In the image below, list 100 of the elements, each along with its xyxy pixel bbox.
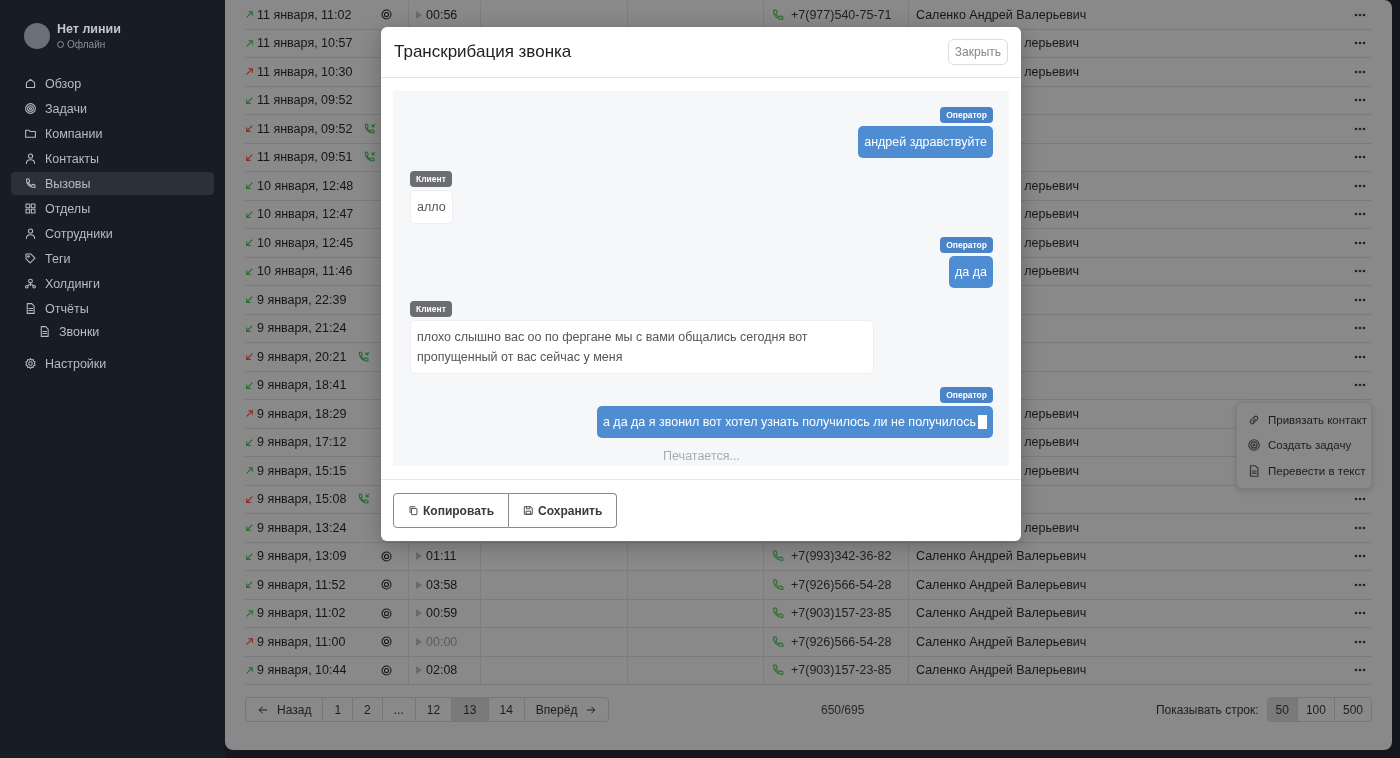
call-duration: 02:08 bbox=[426, 663, 458, 678]
document-icon bbox=[38, 325, 51, 338]
message-text: андрей здравствуйте bbox=[864, 134, 987, 151]
contact-name: лерьевич bbox=[1024, 520, 1079, 535]
save-button[interactable]: Сохранить bbox=[509, 493, 618, 528]
page-button[interactable]: 14 bbox=[487, 698, 524, 721]
user-name: Нет линии bbox=[57, 22, 121, 36]
close-button[interactable]: Закрыть bbox=[947, 39, 1008, 65]
more-icon[interactable] bbox=[1354, 269, 1366, 274]
page-size-button[interactable]: 100 bbox=[1296, 698, 1334, 721]
message-text: плохо слышно вас оо по фергане мы с вами общались сегодня вот пропущенный от вас сейчас у меня bbox=[417, 329, 809, 366]
phone-number: +7(977)540-75-71 bbox=[791, 7, 892, 22]
phone-icon bbox=[771, 606, 785, 621]
sidebar-item[interactable]: Настройки bbox=[11, 352, 214, 375]
more-icon[interactable] bbox=[1354, 155, 1366, 160]
menu-item[interactable]: Привязать контакт bbox=[1237, 407, 1371, 433]
phone-number: +7(903)157-23-85 bbox=[791, 606, 892, 621]
page-button[interactable]: ... bbox=[381, 698, 415, 721]
next-page-button[interactable]: Вперёд bbox=[523, 698, 609, 721]
page-size-button[interactable]: 50 bbox=[1267, 698, 1297, 721]
contact-name: лерьевич bbox=[1024, 264, 1079, 279]
document-icon bbox=[1247, 463, 1261, 478]
speaker-label: Оператор bbox=[940, 107, 993, 123]
more-icon[interactable] bbox=[1354, 41, 1366, 46]
folder-icon bbox=[24, 127, 37, 140]
contact-name: Саленко Андрей Валерьевич bbox=[916, 549, 1087, 564]
call-duration: 03:58 bbox=[426, 577, 458, 592]
settings-icon bbox=[24, 357, 37, 370]
message-text: алло bbox=[417, 199, 446, 216]
call-date: 9 января, 20:21 bbox=[257, 349, 347, 364]
contact-name: Саленко Андрей Валерьевич bbox=[916, 663, 1087, 678]
arrow-left-icon bbox=[257, 703, 269, 716]
speaker-label: Оператор bbox=[940, 387, 993, 403]
call-date: 10 января, 11:46 bbox=[257, 264, 353, 279]
call-date: 9 января, 13:24 bbox=[257, 520, 347, 535]
copy-icon bbox=[408, 505, 419, 516]
more-icon[interactable] bbox=[1354, 497, 1366, 502]
call-date: 9 января, 13:09 bbox=[257, 549, 347, 564]
call-date: 9 января, 22:39 bbox=[257, 292, 347, 307]
previous-page-button[interactable]: Назад bbox=[246, 698, 323, 721]
target-icon bbox=[1247, 438, 1261, 453]
sidebar-item[interactable]: Обзор bbox=[11, 72, 214, 95]
sidebar-item[interactable]: Звонки bbox=[11, 322, 214, 341]
sidebar-item[interactable]: Холдинги bbox=[11, 272, 214, 295]
document-icon bbox=[24, 302, 37, 315]
call-duration: 00:59 bbox=[426, 606, 458, 621]
save-icon bbox=[523, 505, 535, 516]
more-icon[interactable] bbox=[1354, 297, 1366, 302]
more-icon[interactable] bbox=[1354, 582, 1366, 587]
copy-button[interactable]: Копировать bbox=[393, 493, 510, 528]
menu-item[interactable]: Создать задачу bbox=[1237, 432, 1371, 458]
sidebar-item[interactable]: Компании bbox=[11, 122, 214, 145]
message-text: да да bbox=[955, 264, 987, 281]
sidebar-item[interactable]: Теги bbox=[11, 247, 214, 270]
sidebar-item[interactable]: Отделы bbox=[11, 197, 214, 220]
contact-name: лерьевич bbox=[1024, 36, 1079, 51]
more-icon[interactable] bbox=[1354, 126, 1366, 131]
more-icon[interactable] bbox=[1354, 326, 1366, 331]
more-icon[interactable] bbox=[1354, 12, 1366, 17]
call-duration: 01:11 bbox=[426, 549, 457, 564]
more-icon[interactable] bbox=[1354, 383, 1366, 388]
sidebar-item[interactable]: Сотрудники bbox=[11, 222, 214, 245]
call-date: 11 января, 10:57 bbox=[257, 36, 353, 51]
call-date: 10 января, 12:47 bbox=[257, 207, 354, 222]
call-date: 9 января, 18:29 bbox=[257, 406, 347, 421]
speaker-label: Оператор bbox=[940, 237, 993, 253]
phone-number: +7(993)342-36-82 bbox=[791, 549, 892, 564]
sidebar-item[interactable]: Отчёты bbox=[11, 297, 214, 320]
speaker-label: Клиент bbox=[410, 171, 452, 187]
more-icon[interactable] bbox=[1354, 240, 1366, 245]
menu-item[interactable]: Перевести в текст bbox=[1237, 458, 1371, 484]
phone-icon bbox=[771, 577, 785, 592]
more-icon[interactable] bbox=[1354, 525, 1366, 530]
more-icon[interactable] bbox=[1354, 354, 1366, 359]
call-date: 11 января, 09:51 bbox=[257, 150, 353, 165]
call-date: 10 января, 12:45 bbox=[257, 235, 354, 250]
call-date: 9 января, 17:12 bbox=[257, 435, 347, 450]
sidebar-item[interactable]: Задачи bbox=[11, 97, 214, 120]
more-icon[interactable] bbox=[1354, 69, 1366, 74]
more-icon[interactable] bbox=[1354, 554, 1366, 559]
page-size-button[interactable]: 500 bbox=[1333, 698, 1371, 721]
more-icon[interactable] bbox=[1354, 668, 1366, 673]
page-button[interactable]: 1 bbox=[322, 698, 353, 721]
call-date: 9 января, 11:52 bbox=[257, 577, 346, 592]
status-circle-icon bbox=[380, 8, 393, 22]
contact-name: лерьевич bbox=[1024, 207, 1079, 222]
more-icon[interactable] bbox=[1354, 183, 1366, 188]
row-counter: 650/695 bbox=[820, 702, 865, 717]
more-icon[interactable] bbox=[1354, 98, 1366, 103]
more-icon[interactable] bbox=[1354, 639, 1366, 644]
page-button[interactable]: 2 bbox=[352, 698, 382, 721]
more-icon[interactable] bbox=[1354, 611, 1366, 616]
page-button[interactable]: 13 bbox=[451, 698, 488, 721]
contact-name: лерьевич bbox=[1024, 463, 1079, 478]
call-date: 9 января, 18:41 bbox=[257, 378, 347, 393]
sidebar-item[interactable]: Вызовы bbox=[11, 172, 214, 195]
sidebar-item[interactable]: Контакты bbox=[11, 147, 214, 170]
phone-number: +7(926)566-54-28 bbox=[791, 634, 892, 649]
more-icon[interactable] bbox=[1354, 212, 1366, 217]
call-date: 9 января, 10:44 bbox=[257, 663, 347, 678]
